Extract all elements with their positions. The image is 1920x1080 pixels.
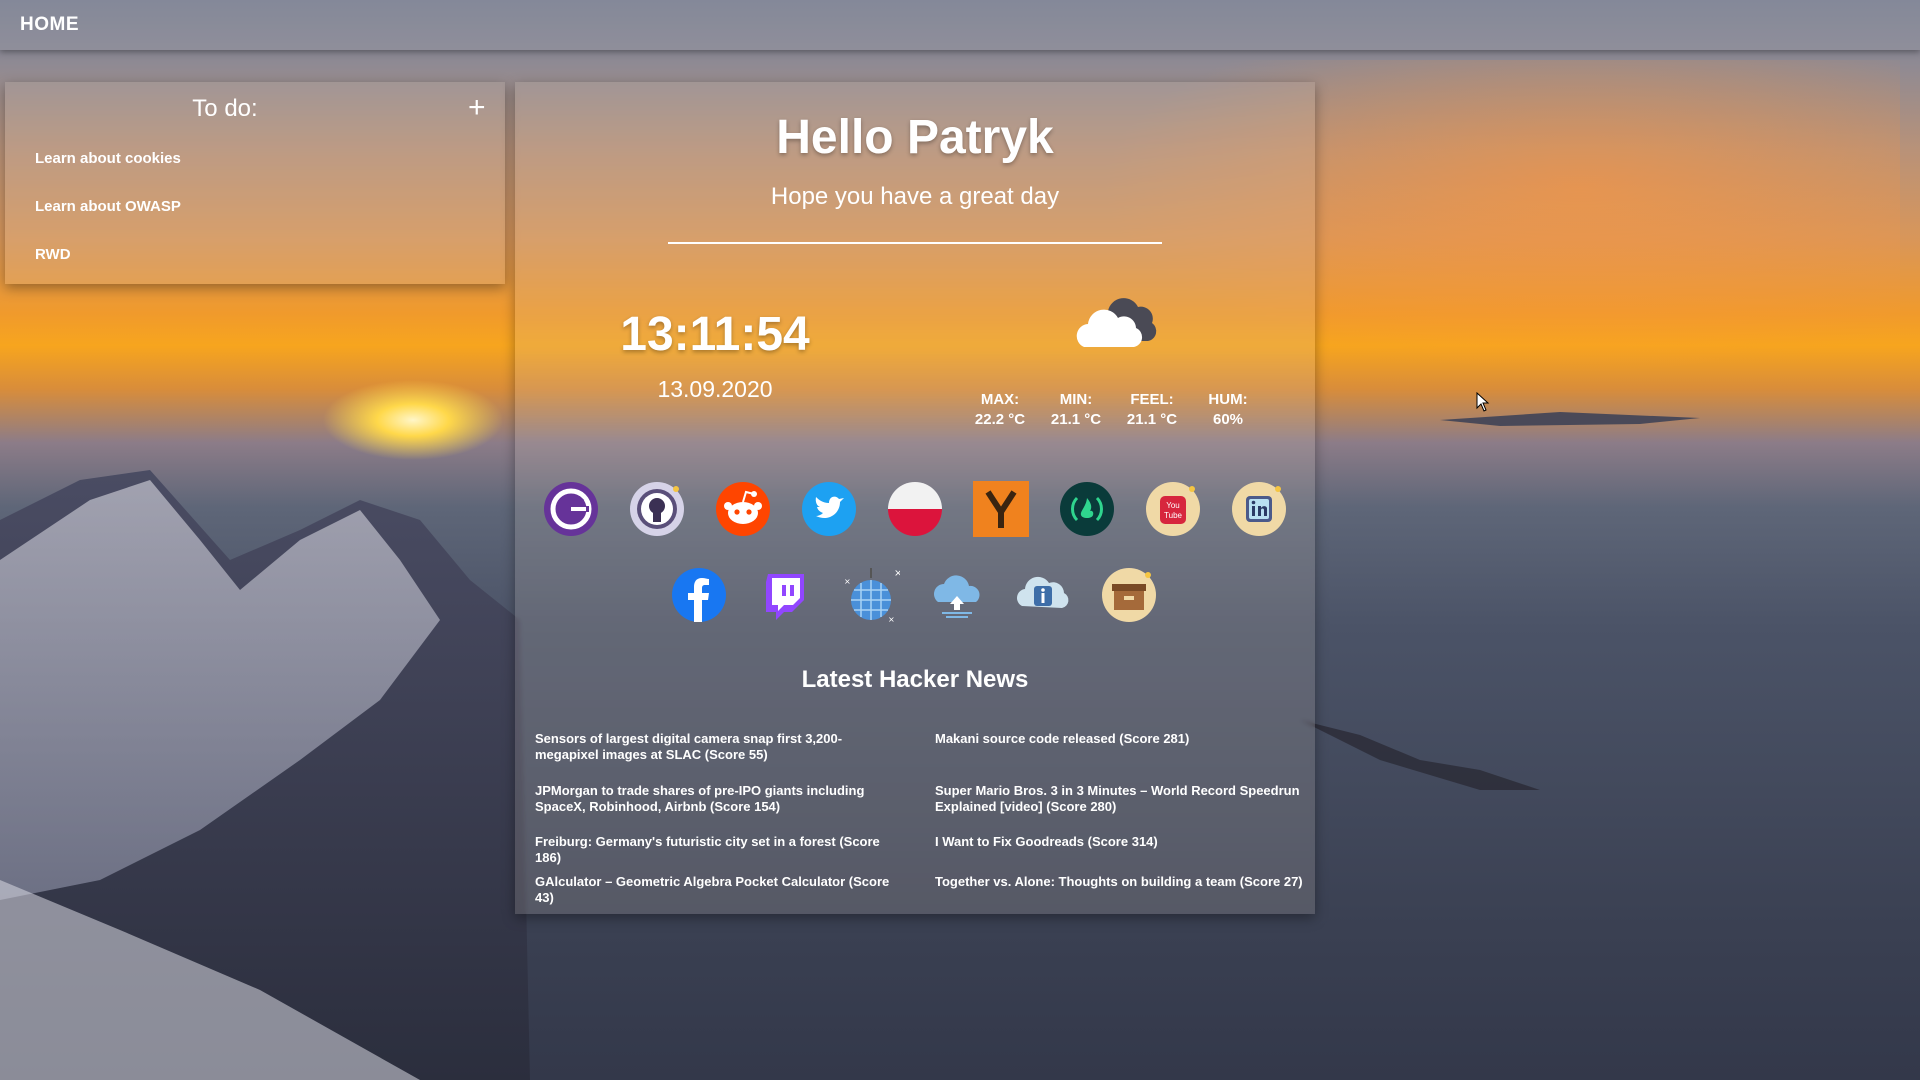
freecodecamp-icon[interactable] <box>1058 480 1116 538</box>
svg-text:×: × <box>844 577 851 586</box>
gatsby-icon[interactable] <box>542 480 600 538</box>
svg-text:You: You <box>1166 501 1180 510</box>
svg-text:×: × <box>894 568 900 579</box>
news-item[interactable]: I Want to Fix Goodreads (Score 314) <box>935 834 1305 850</box>
disco-ball-icon[interactable]: × × × <box>842 566 900 624</box>
weather-humidity: HUM: 60% <box>1188 390 1268 430</box>
todo-title: To do: <box>192 95 258 122</box>
news-item[interactable]: GAlculator – Geometric Algebra Pocket Ca… <box>535 874 905 906</box>
info-cloud-icon[interactable] <box>1014 566 1072 624</box>
greeting-title: Hello Patryk <box>776 111 1054 164</box>
hacker-news-title: Latest Hacker News <box>801 666 1029 693</box>
poland-flag-icon[interactable] <box>886 480 944 538</box>
divider <box>668 242 1162 244</box>
weather-max: MAX: 22.2 °C <box>960 390 1040 430</box>
hacker-news-icon[interactable] <box>972 480 1030 538</box>
add-todo-button[interactable]: + <box>468 93 486 123</box>
todo-item[interactable]: Learn about OWASP <box>35 198 181 215</box>
weather-max-value: 22.2 °C <box>974 411 1026 428</box>
news-item[interactable]: JPMorgan to trade shares of pre-IPO gian… <box>535 783 905 815</box>
greeting-subtitle: Hope you have a great day <box>770 183 1060 210</box>
weather-min-value: 21.1 °C <box>1050 411 1102 428</box>
reddit-icon[interactable] <box>714 480 772 538</box>
todo-item[interactable]: RWD <box>35 246 71 263</box>
weather-min-label: MIN: <box>1059 391 1093 408</box>
twitter-icon[interactable] <box>800 480 858 538</box>
news-item[interactable]: Makani source code released (Score 281) <box>935 731 1305 747</box>
facebook-icon[interactable] <box>670 566 728 624</box>
news-item[interactable]: Together vs. Alone: Thoughts on building… <box>935 874 1305 890</box>
svg-text:Tube: Tube <box>1164 511 1182 520</box>
weather-humidity-value: 60% <box>1212 411 1244 428</box>
todo-item[interactable]: Learn about cookies <box>35 150 181 167</box>
news-item[interactable]: Super Mario Bros. 3 in 3 Minutes – World… <box>935 783 1305 815</box>
archive-box-icon[interactable] <box>1100 566 1158 624</box>
weather-feel-value: 21.1 °C <box>1126 411 1178 428</box>
top-nav-bar: HOME <box>0 0 1920 50</box>
weather-min: MIN: 21.1 °C <box>1036 390 1116 430</box>
youtube-icon[interactable]: You Tube <box>1144 480 1202 538</box>
svg-text:×: × <box>888 615 895 624</box>
weather-feel-label: FEEL: <box>1130 391 1174 408</box>
github-icon[interactable] <box>628 480 686 538</box>
weather-humidity-label: HUM: <box>1208 391 1248 408</box>
cloud-upload-icon[interactable] <box>928 566 986 624</box>
twitch-icon[interactable] <box>756 566 814 624</box>
home-link[interactable]: HOME <box>20 14 79 36</box>
weather-feel: FEEL: 21.1 °C <box>1112 390 1192 430</box>
weather-max-label: MAX: <box>980 391 1020 408</box>
cloud-icon <box>1076 298 1157 347</box>
clock-date: 13.09.2020 <box>657 376 773 402</box>
clock-time: 13:11:54 <box>620 308 810 361</box>
news-item[interactable]: Freiburg: Germany's futuristic city set … <box>535 834 905 866</box>
linkedin-icon[interactable] <box>1230 480 1288 538</box>
mouse-cursor <box>1476 392 1490 412</box>
news-item[interactable]: Sensors of largest digital camera snap f… <box>535 731 905 763</box>
